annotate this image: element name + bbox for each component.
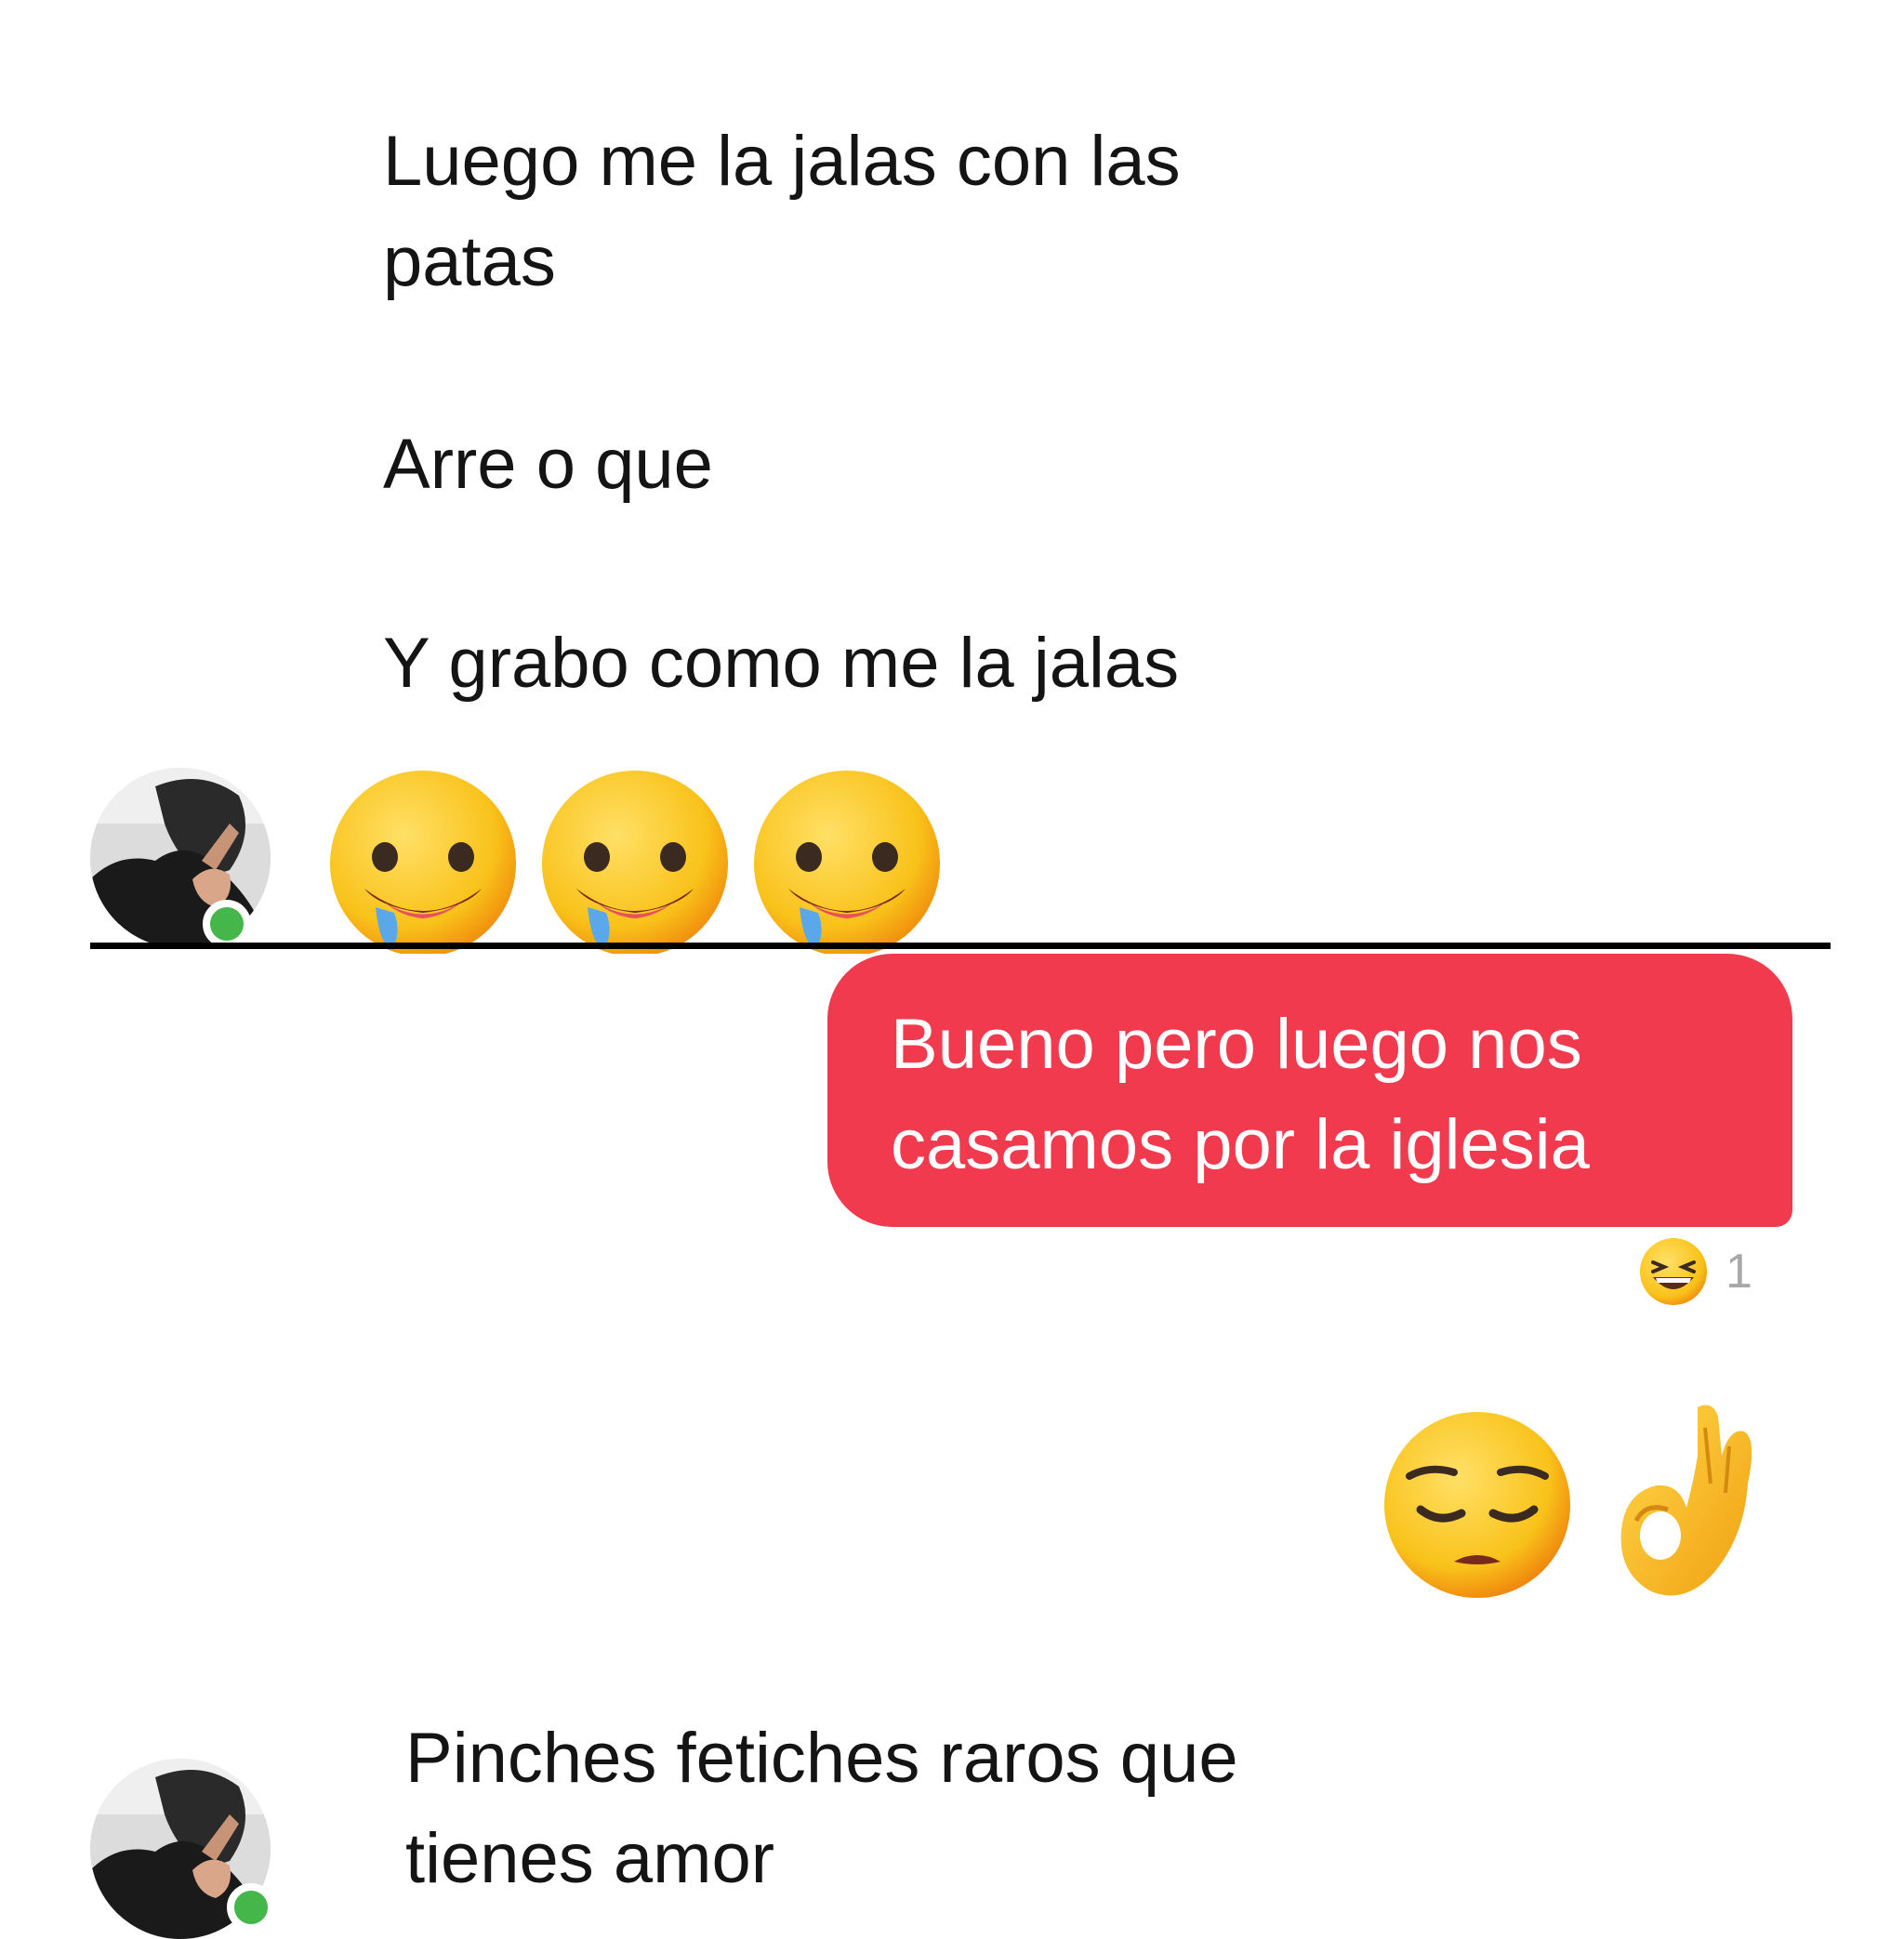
pensive-face-icon xyxy=(1382,1409,1573,1605)
online-status-indicator xyxy=(227,1883,275,1932)
incoming-message-1: Luego me la jalas con las patas xyxy=(383,122,1181,301)
drooling-face-icon xyxy=(539,768,731,958)
incoming-message-2: Arre o que xyxy=(383,425,713,504)
incoming-message-3: Y grabo como me la jalas xyxy=(383,624,1180,703)
outgoing-message-bubble[interactable]: Bueno pero luego nos casamos por la igle… xyxy=(827,954,1792,1227)
ok-hand-icon xyxy=(1608,1400,1757,1609)
online-status-indicator xyxy=(203,900,251,948)
incoming-message-4: Pinches fetiches raros que tienes amor xyxy=(405,1719,1238,1898)
grinning-squinting-face-icon xyxy=(1640,1238,1707,1305)
drooling-face-icon xyxy=(751,768,943,958)
divider-line xyxy=(90,943,1831,949)
reaction-count: 1 xyxy=(1726,1245,1752,1299)
drooling-face-icon xyxy=(327,768,519,958)
message-reaction[interactable]: 1 xyxy=(1625,1233,1765,1311)
